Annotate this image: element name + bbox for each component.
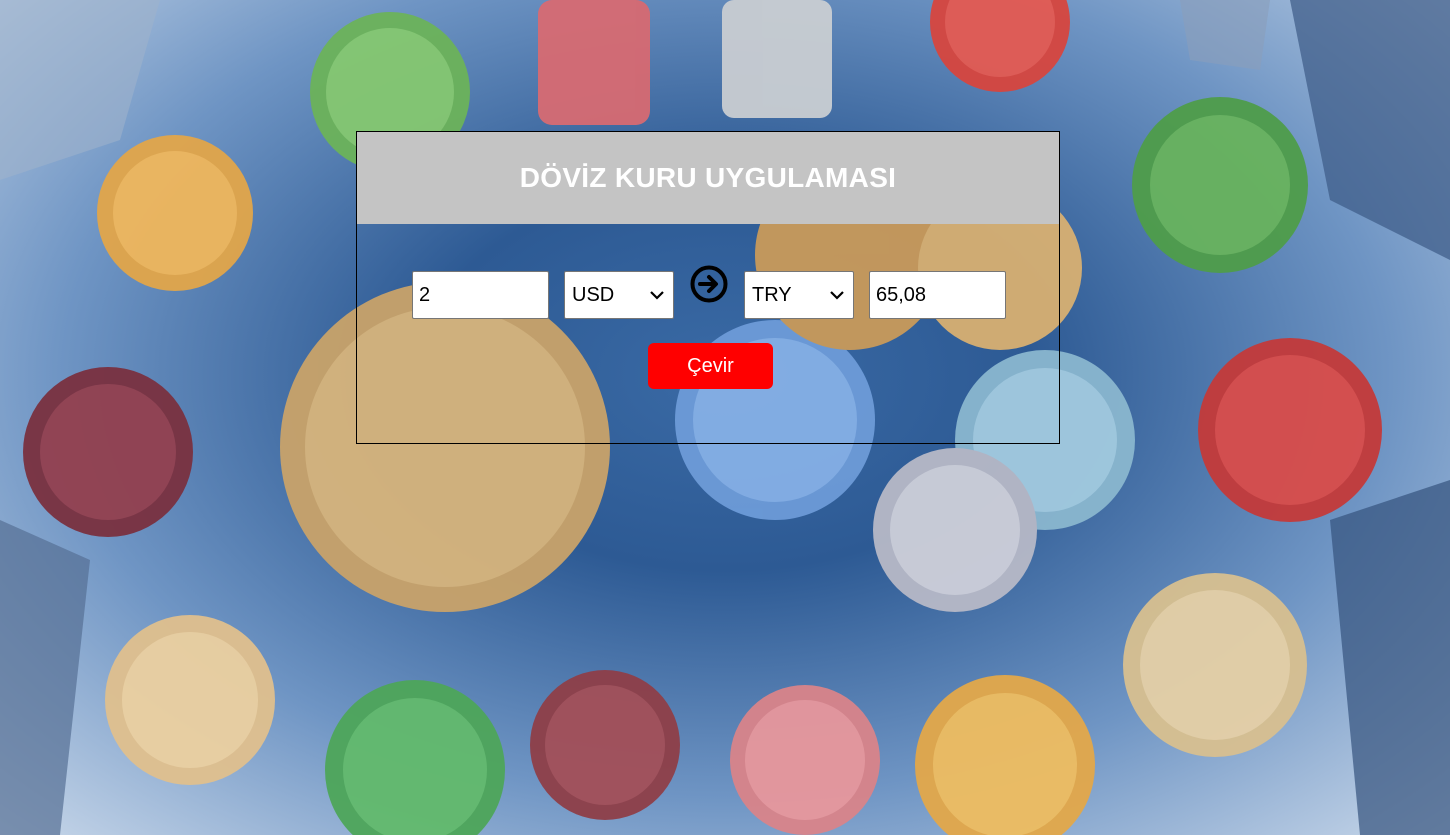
to-currency-select[interactable]: TRY	[744, 271, 854, 319]
chevron-down-icon	[830, 291, 844, 300]
chevron-down-icon	[650, 291, 664, 300]
from-currency-value: USD	[572, 283, 615, 306]
to-currency-value: TRY	[752, 283, 792, 306]
from-currency-select[interactable]: USD	[564, 271, 674, 319]
amount-input[interactable]	[412, 271, 549, 319]
converter-card: DÖVİZ KURU UYGULAMASI USD TRY Çevir	[356, 131, 1060, 444]
page-title: DÖVİZ KURU UYGULAMASI	[519, 162, 897, 193]
result-output[interactable]	[869, 271, 1006, 319]
card-header: DÖVİZ KURU UYGULAMASI	[357, 132, 1059, 224]
convert-button[interactable]: Çevir	[648, 343, 773, 389]
converter-row: USD TRY	[357, 265, 1059, 319]
arrow-right-circle-icon	[690, 265, 728, 303]
